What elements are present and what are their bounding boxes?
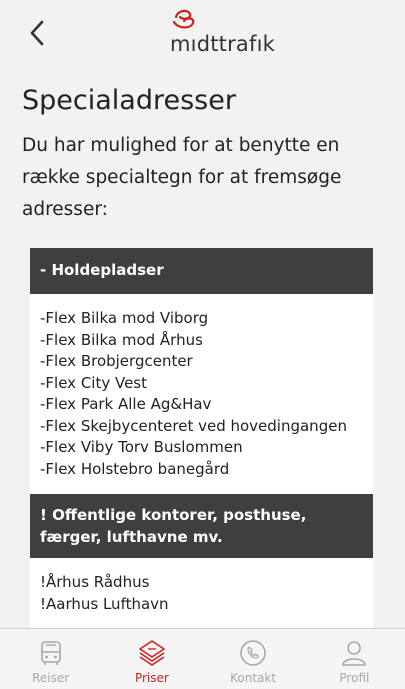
midttrafik-logo: mıdttrafık: [160, 8, 280, 58]
tab-label: Reiser: [32, 671, 70, 685]
list-item[interactable]: -Flex Skejbycenteret ved hovedingangen: [40, 416, 363, 438]
tickets-icon: [139, 640, 165, 666]
list-item[interactable]: !Århus Rådhus: [40, 572, 363, 594]
tab-profil[interactable]: Profil: [304, 629, 405, 689]
tab-label: Kontakt: [230, 671, 277, 685]
tab-label: Priser: [134, 671, 169, 685]
special-address-card: - Holdepladser -Flex Bilka mod Viborg -F…: [30, 248, 373, 648]
list-item[interactable]: -Flex Brobjergcenter: [40, 351, 363, 373]
logo-text: mıdttrafık: [170, 32, 275, 56]
list-item[interactable]: !Aarhus Lufthavn: [40, 594, 363, 616]
tab-reiser[interactable]: Reiser: [0, 629, 101, 689]
phone-icon: [240, 640, 266, 666]
list-item[interactable]: -Flex City Vest: [40, 373, 363, 395]
tab-kontakt[interactable]: Kontakt: [203, 629, 304, 689]
bottom-tab-bar: Reiser Priser Kontakt Profil: [0, 628, 405, 689]
list-item[interactable]: -Flex Holstebro banegård: [40, 459, 363, 481]
tab-priser[interactable]: Priser: [101, 629, 202, 689]
chevron-left-icon: [30, 20, 44, 46]
page-title: Specialadresser: [22, 85, 236, 116]
back-button[interactable]: [22, 18, 52, 48]
list-item[interactable]: -Flex Bilka mod Viborg: [40, 308, 363, 330]
list-item[interactable]: -Flex Bilka mod Århus: [40, 330, 363, 352]
section-heading-holdepladser: - Holdepladser: [30, 248, 373, 294]
logo-mark-icon: [172, 9, 195, 29]
section-heading-offentlige: ! Offentlige kontorer, posthuse, færger,…: [30, 494, 373, 558]
holdepladser-list: -Flex Bilka mod Viborg -Flex Bilka mod Å…: [30, 294, 373, 494]
offentlige-list: !Århus Rådhus !Aarhus Lufthavn: [30, 558, 373, 629]
list-item[interactable]: -Flex Viby Torv Buslommen: [40, 437, 363, 459]
app-header: mıdttrafık: [0, 0, 405, 72]
page-intro: Du har mulighed for at benytte en række …: [22, 135, 342, 220]
person-icon: [342, 641, 367, 666]
list-item[interactable]: -Flex Park Alle Ag&Hav: [40, 394, 363, 416]
bus-icon: [40, 641, 61, 665]
tab-label: Profil: [339, 671, 370, 685]
